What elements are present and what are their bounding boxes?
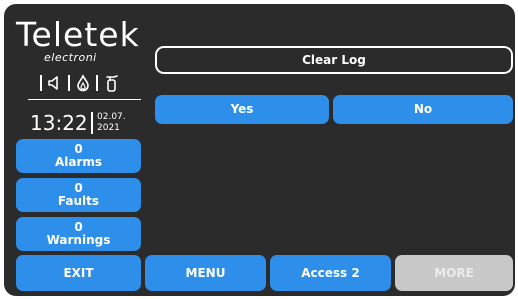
menu-button[interactable]: MENU: [145, 255, 266, 291]
alarms-label: Alarms: [54, 155, 103, 169]
fire-icon: [77, 74, 89, 92]
status-icons: [20, 72, 140, 94]
separator: [96, 75, 98, 91]
separator: [68, 75, 70, 91]
date-year: 2021: [97, 123, 120, 133]
warnings-label: Warnings: [46, 233, 111, 247]
separator: [40, 75, 42, 91]
teletek-logo: Teletek: [16, 15, 140, 54]
speaker-icon: [48, 76, 58, 90]
clock-time: 13:22: [30, 111, 88, 135]
alarms-button[interactable]: 0 Alarms: [16, 139, 141, 173]
clock-date: 02.07. 2021: [97, 112, 126, 134]
yes-button[interactable]: Yes: [155, 95, 329, 124]
exit-button[interactable]: EXIT: [16, 255, 141, 291]
more-button: MORE: [395, 255, 513, 291]
faults-label: Faults: [57, 194, 100, 208]
logo-subtitle: electroni: [44, 51, 97, 64]
clock-separator: [91, 112, 93, 134]
access-level-button[interactable]: Access 2: [270, 255, 391, 291]
dialog-title: Clear Log: [155, 46, 513, 74]
faults-button[interactable]: 0 Faults: [16, 178, 141, 212]
divider: [28, 99, 141, 100]
no-button[interactable]: No: [333, 95, 513, 124]
date-day: 02.07.: [97, 112, 126, 122]
panel-screen: Teletek electroni 13:22 02.07. 2021 0 Al…: [4, 4, 515, 296]
warnings-button[interactable]: 0 Warnings: [16, 217, 141, 251]
fire-extinguisher-icon: [106, 75, 118, 92]
